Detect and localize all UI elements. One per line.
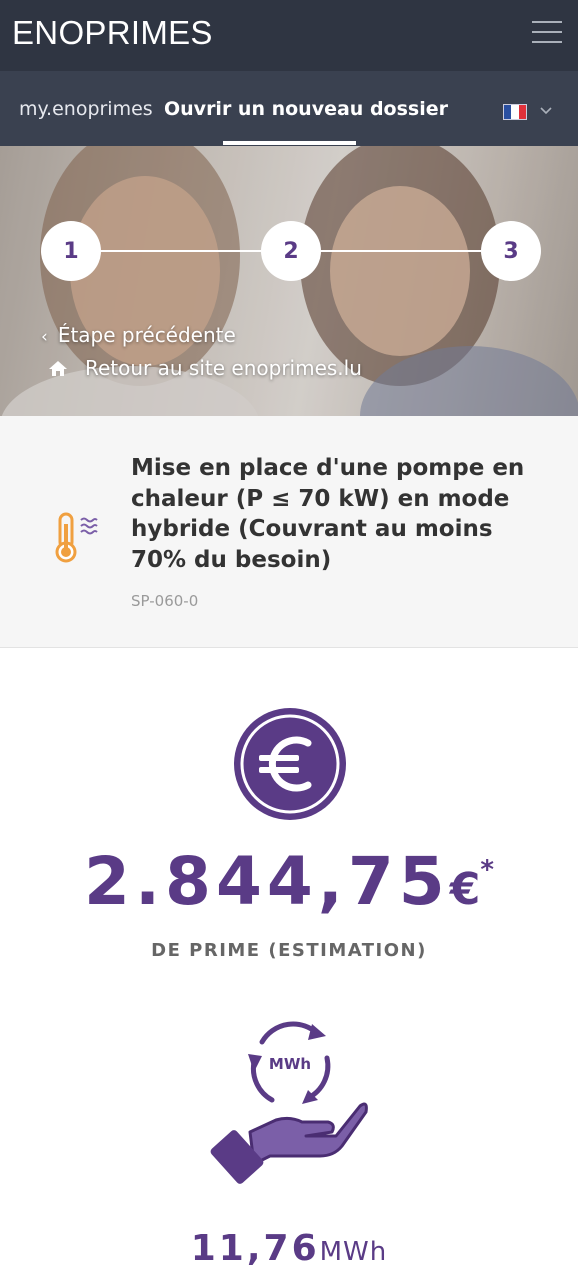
thermometer-heat-pump-icon: [52, 510, 102, 566]
top-bar: ENOPRIMES: [0, 0, 578, 71]
energy-amount: 11,76MWh: [0, 1228, 578, 1269]
product-title: Mise en place d'une pompe en chaleur (P …: [131, 455, 525, 573]
step-connector: [320, 250, 482, 252]
previous-step-label: Étape précédente: [57, 323, 236, 347]
hero-banner: 1 2 3 ‹ Étape précédente Retour au site e…: [0, 146, 578, 416]
prime-currency: €: [449, 864, 481, 915]
chevron-left-icon: ‹: [41, 327, 48, 347]
back-to-site-label: Retour au site enoprimes.lu: [85, 356, 362, 380]
nav-link-new-file[interactable]: Ouvrir un nouveau dossier: [164, 98, 448, 120]
step-1[interactable]: 1: [41, 221, 101, 281]
svg-text:MWh: MWh: [269, 1055, 311, 1073]
energy-unit: MWh: [319, 1237, 388, 1267]
nav-bar: my.enoprimes Ouvrir un nouveau dossier: [0, 71, 578, 146]
product-code: SP-060-0: [131, 592, 199, 610]
french-flag-icon[interactable]: [503, 104, 527, 120]
prime-value: 2.844,75: [84, 843, 450, 920]
brand-logo[interactable]: ENOPRIMES: [12, 14, 213, 52]
chevron-down-icon[interactable]: [540, 104, 552, 118]
prime-asterisk: *: [480, 855, 494, 885]
hand-mwh-cycle-icon: MWh: [210, 1014, 370, 1190]
back-to-site-link[interactable]: Retour au site enoprimes.lu: [48, 356, 362, 382]
step-2[interactable]: 2: [261, 221, 321, 281]
energy-value: 11,76: [190, 1228, 320, 1269]
active-tab-indicator: [223, 141, 356, 145]
prime-label: DE PRIME (ESTIMATION): [151, 940, 427, 961]
home-icon: [48, 358, 68, 382]
prime-amount: 2.844,75€*: [0, 843, 578, 920]
product-card: Mise en place d'une pompe en chaleur (P …: [0, 416, 578, 648]
previous-step-link[interactable]: ‹ Étape précédente: [41, 323, 236, 347]
step-3[interactable]: 3: [481, 221, 541, 281]
step-connector: [100, 250, 262, 252]
hamburger-menu-icon[interactable]: [532, 21, 562, 43]
nav-link-my-enoprimes[interactable]: my.enoprimes: [19, 98, 153, 120]
euro-icon: [233, 707, 347, 821]
